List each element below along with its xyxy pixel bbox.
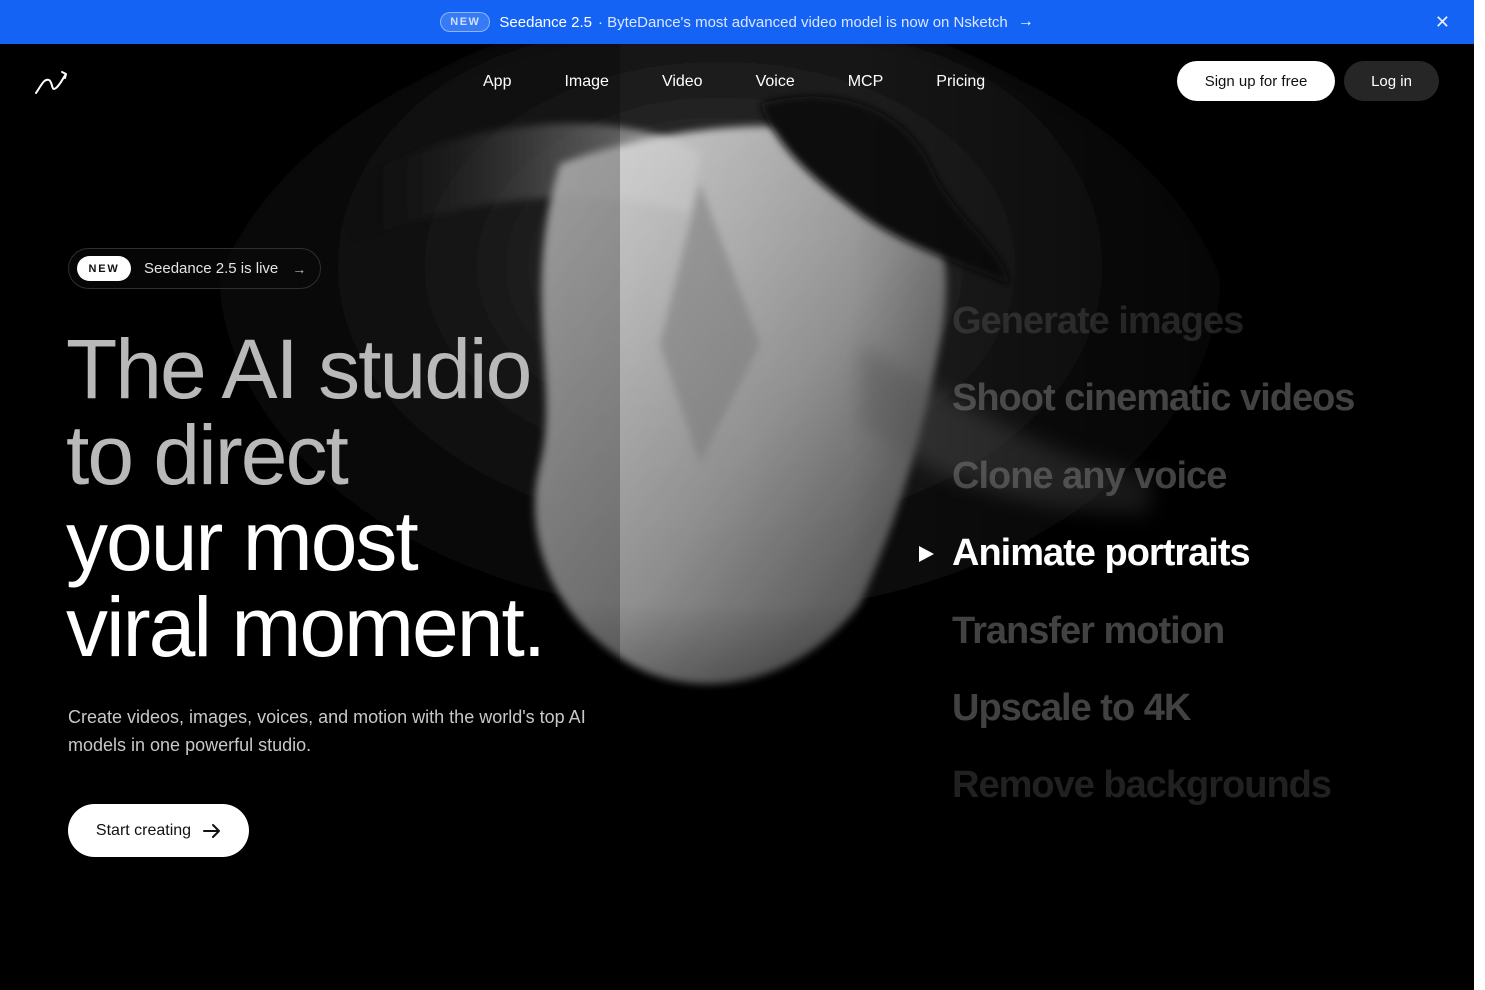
nsketch-logo-icon[interactable] — [34, 68, 68, 96]
nav-link-voice[interactable]: Voice — [756, 71, 795, 93]
nav-links: App Image Video Voice MCP Pricing — [483, 71, 1038, 93]
scrollbar-track[interactable] — [1474, 0, 1485, 990]
feature-active-label: Animate portraits — [952, 532, 1251, 575]
close-icon[interactable]: ✕ — [1435, 11, 1450, 33]
start-creating-button[interactable]: Start creating — [68, 804, 249, 857]
headline-line-2: to direct — [66, 408, 349, 502]
headline-line-4: viral moment. — [66, 580, 546, 674]
nav-link-video[interactable]: Video — [662, 71, 703, 93]
top-nav: App Image Video Voice MCP Pricing Sign u… — [0, 44, 1474, 120]
announcement-model-name[interactable]: Seedance 2.5 — [499, 14, 592, 31]
announcement-new-badge: NEW — [440, 12, 491, 32]
cta-label: Start creating — [95, 821, 192, 839]
arrow-right-icon: → — [292, 260, 307, 277]
feature-animate-portraits[interactable]: Animate portraits — [919, 528, 1354, 605]
page: NEW Seedance 2.5 · ByteDance's most adva… — [0, 0, 1485, 990]
feature-list: Generate images Shoot cinematic videos C… — [919, 296, 1355, 838]
play-icon — [919, 546, 934, 563]
nav-link-app[interactable]: App — [483, 71, 511, 93]
seedance-live-badge[interactable]: NEW Seedance 2.5 is live → — [68, 248, 321, 289]
feature-clone-any-voice[interactable]: Clone any voice — [952, 451, 1354, 528]
badge-text: Seedance 2.5 is live — [144, 260, 279, 277]
arrow-right-icon — [203, 823, 221, 838]
hero-subtitle: Create videos, images, voices, and motio… — [68, 707, 586, 755]
feature-transfer-motion[interactable]: Transfer motion — [952, 606, 1354, 683]
feature-upscale-4k[interactable]: Upscale to 4K — [952, 683, 1354, 760]
nav-link-mcp[interactable]: MCP — [848, 71, 884, 93]
feature-shoot-cinematic-videos[interactable]: Shoot cinematic videos — [952, 373, 1355, 450]
new-tag: NEW — [77, 256, 131, 281]
feature-generate-images[interactable]: Generate images — [952, 296, 1354, 373]
log-in-button[interactable]: Log in — [1344, 61, 1439, 101]
headline-line-1: The AI studio — [66, 322, 532, 416]
nav-link-image[interactable]: Image — [564, 71, 608, 93]
sign-up-button[interactable]: Sign up for free — [1177, 61, 1335, 101]
feature-remove-backgrounds[interactable]: Remove backgrounds — [952, 760, 1354, 837]
announcement-bar[interactable]: NEW Seedance 2.5 · ByteDance's most adva… — [0, 0, 1474, 44]
announcement-message[interactable]: · ByteDance's most advanced video model … — [598, 14, 1008, 31]
nav-link-pricing[interactable]: Pricing — [936, 71, 985, 93]
headline-line-3: your most — [66, 494, 419, 588]
arrow-right-icon[interactable]: → — [1018, 13, 1034, 31]
hero-headline: The AI studio to direct your most viral … — [66, 322, 546, 674]
